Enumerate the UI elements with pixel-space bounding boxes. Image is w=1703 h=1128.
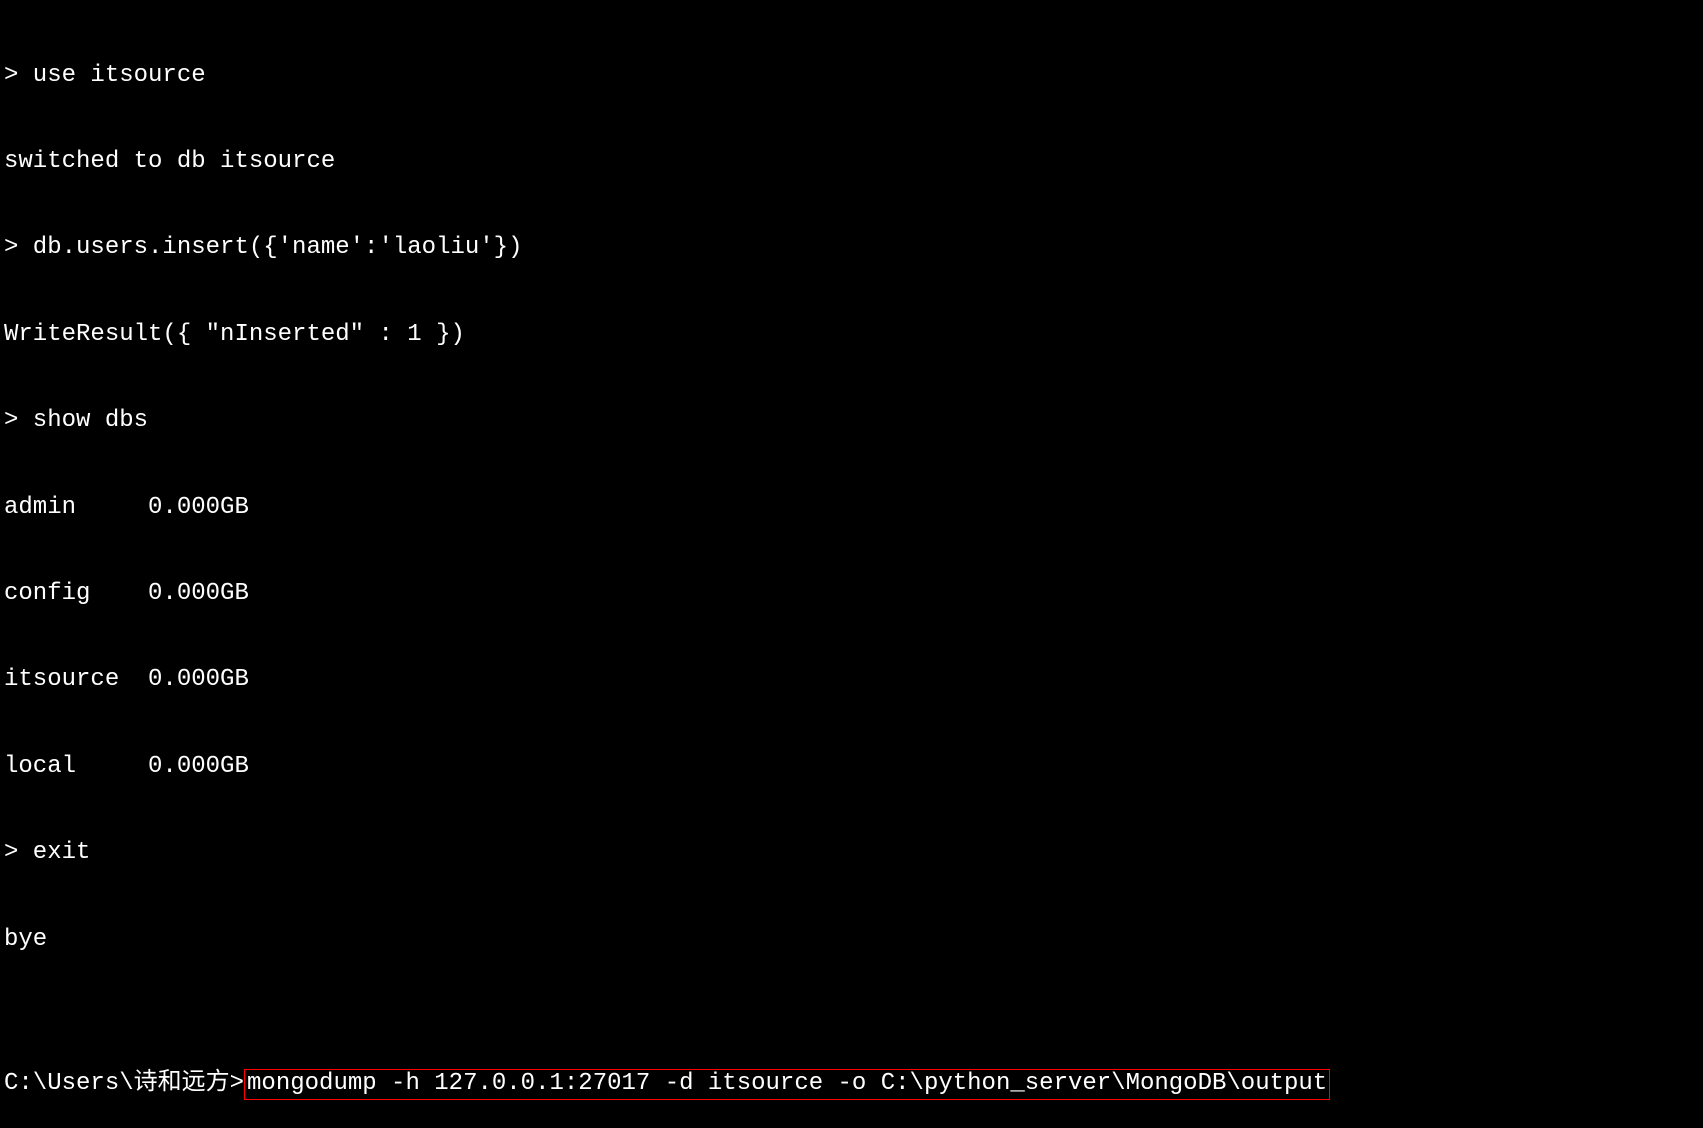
command-prompt: C:\Users\诗和远方> <box>4 1070 244 1099</box>
terminal-line: config 0.000GB <box>4 580 1699 609</box>
terminal-line: switched to db itsource <box>4 148 1699 177</box>
terminal-line: > show dbs <box>4 407 1699 436</box>
terminal-line: itsource 0.000GB <box>4 666 1699 695</box>
terminal-line: admin 0.000GB <box>4 494 1699 523</box>
terminal-output[interactable]: > use itsource switched to db itsource >… <box>4 4 1699 1128</box>
terminal-line: > exit <box>4 839 1699 868</box>
highlighted-command: mongodump -h 127.0.0.1:27017 -d itsource… <box>244 1069 1330 1100</box>
terminal-line: local 0.000GB <box>4 753 1699 782</box>
terminal-line: WriteResult({ "nInserted" : 1 }) <box>4 321 1699 350</box>
terminal-line-highlighted: C:\Users\诗和远方>mongodump -h 127.0.0.1:270… <box>4 1069 1699 1100</box>
terminal-line: bye <box>4 926 1699 955</box>
terminal-line: > db.users.insert({'name':'laoliu'}) <box>4 234 1699 263</box>
terminal-line: > use itsource <box>4 62 1699 91</box>
